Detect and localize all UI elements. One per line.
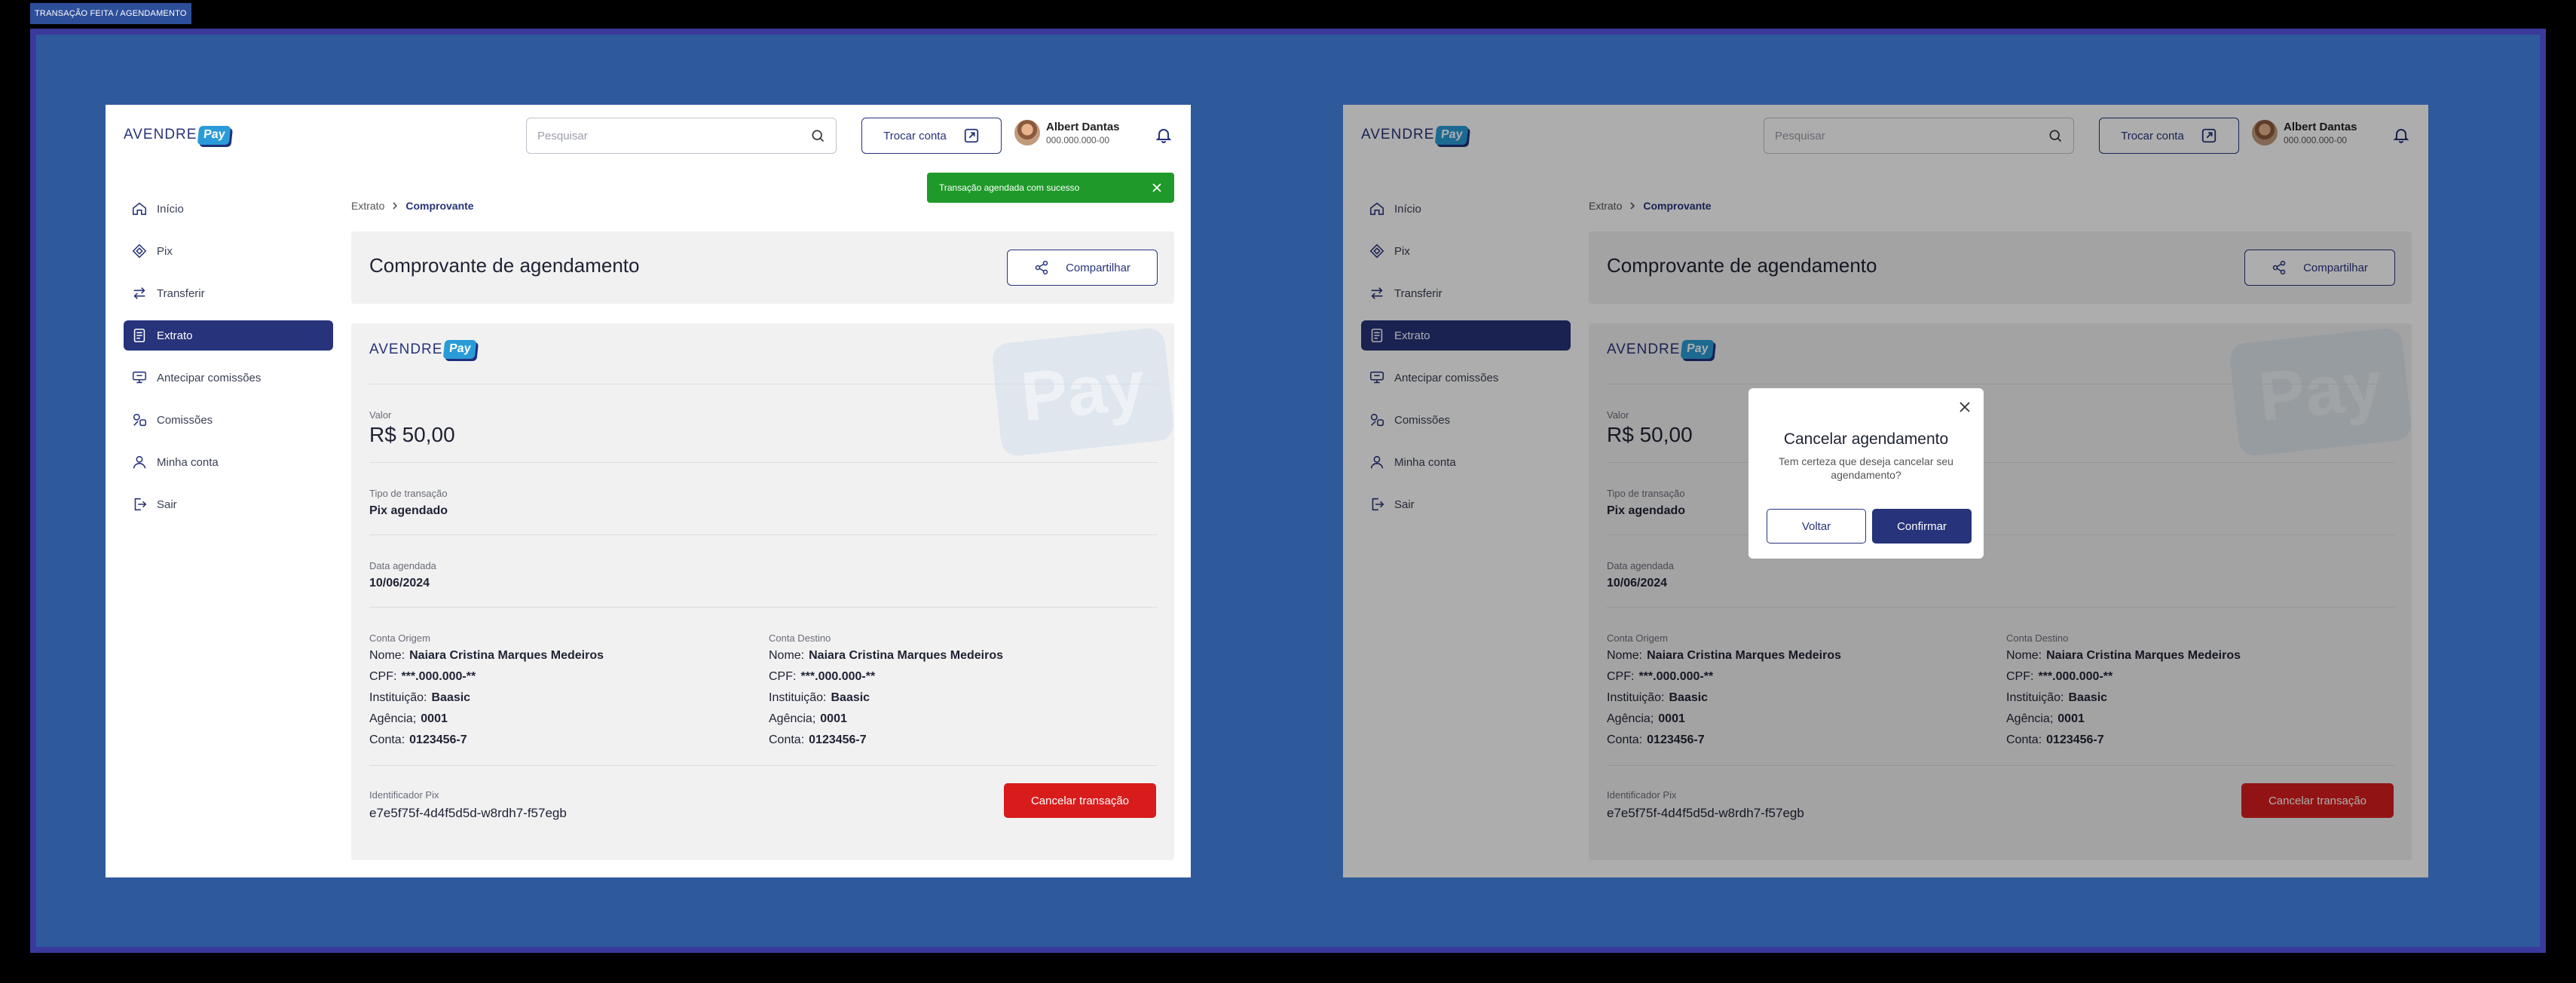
advance-icon <box>132 371 147 384</box>
cancel-modal: Cancelar agendamento Tem certeza que des… <box>1748 388 1984 559</box>
origem-instituicao: Instituição: Baasic <box>369 691 471 704</box>
breadcrumb: Extrato Comprovante <box>351 200 474 212</box>
toast-message: Transação agendada com sucesso <box>939 182 1080 193</box>
pix-id-value: e7e5f75f-4d4f5d5d-w8rdh7-f57egb <box>369 806 567 820</box>
cancel-transaction-button[interactable]: Cancelar transação <box>1004 783 1156 818</box>
origem-nome: Nome: Naiara Cristina Marques Medeiros <box>369 649 604 662</box>
user-icon <box>133 455 146 469</box>
receipt-logo: AVENDRE Pay <box>369 340 478 359</box>
modal-text: Tem certeza que deseja cancelar seu agen… <box>1779 455 1953 481</box>
divider <box>369 607 1158 608</box>
origem-conta: Conta: 0123456-7 <box>369 733 467 746</box>
tipo-value: Pix agendado <box>369 504 448 517</box>
sidebar-item-minha-conta[interactable]: Minha conta <box>124 447 333 477</box>
back-button[interactable]: Voltar <box>1767 509 1866 544</box>
destino-cpf: CPF: ***.000.000-** <box>769 670 876 683</box>
sidebar-item-label: Sair <box>157 498 177 511</box>
search-input[interactable] <box>537 129 810 142</box>
statement-icon <box>133 328 145 343</box>
sidebar-item-transferir[interactable]: Transferir <box>124 278 333 308</box>
logout-icon <box>134 498 147 511</box>
origem-cpf: CPF: ***.000.000-** <box>369 670 476 683</box>
sidebar-item-label: Minha conta <box>157 455 219 469</box>
search-box[interactable] <box>526 118 837 154</box>
destino-title: Conta Destino <box>769 632 831 644</box>
home-icon <box>132 202 147 216</box>
origem-agencia: Agência; 0001 <box>369 712 448 725</box>
switch-account-icon <box>964 128 978 143</box>
close-icon[interactable] <box>1958 400 1972 414</box>
sidebar-item-pix[interactable]: Pix <box>124 236 333 266</box>
avatar <box>1014 120 1040 145</box>
tipo-label: Tipo de transação <box>369 488 448 499</box>
share-label: Compartilhar <box>1066 261 1130 274</box>
sidebar-item-antecipar-comissoes[interactable]: Antecipar comissões <box>124 363 333 393</box>
data-label: Data agendada <box>369 560 436 571</box>
user-name: Albert Dantas <box>1046 120 1120 133</box>
sidebar-item-label: Antecipar comissões <box>157 371 262 384</box>
sidebar-item-label: Pix <box>157 244 173 258</box>
bell-icon[interactable] <box>1155 126 1173 144</box>
divider <box>369 765 1158 766</box>
canvas-label: TRANSAÇÃO FEITA / AGENDAMENTO <box>30 3 191 24</box>
receipt-logo-pay-badge: Pay <box>443 340 478 359</box>
transfer-icon <box>133 287 145 299</box>
logo-text: AVENDRE <box>124 127 197 142</box>
divider <box>369 462 1158 463</box>
sidebar-item-inicio[interactable]: Início <box>124 194 333 224</box>
origem-title: Conta Origem <box>369 632 430 644</box>
switch-account-button[interactable]: Trocar conta <box>861 118 1002 154</box>
sidebar: Início Pix Transferir Extrato Antecipar comi… <box>124 194 333 531</box>
receipt-logo-text: AVENDRE <box>369 341 443 357</box>
confirm-button[interactable]: Confirmar <box>1872 509 1972 544</box>
user-profile[interactable]: Albert Dantas 000.000.000-00 <box>1014 120 1120 145</box>
pay-watermark: Pay <box>992 328 1174 456</box>
sidebar-item-extrato[interactable]: Extrato <box>124 320 333 351</box>
title-card: Comprovante de agendamento Compartilhar <box>351 231 1174 304</box>
destino-nome: Nome: Naiara Cristina Marques Medeiros <box>769 649 1003 662</box>
header-logo[interactable]: AVENDRE Pay <box>124 121 232 149</box>
sidebar-item-sair[interactable]: Sair <box>124 489 333 519</box>
switch-account-label: Trocar conta <box>883 129 947 142</box>
logo-pay-badge: Pay <box>197 125 232 145</box>
sidebar-item-label: Início <box>157 202 184 216</box>
pay-watermark-text: Pay <box>1017 347 1148 436</box>
page-title: Comprovante de agendamento <box>369 254 640 277</box>
success-toast: Transação agendada com sucesso <box>927 173 1174 203</box>
commission-icon <box>133 413 147 427</box>
search-icon[interactable] <box>810 128 825 143</box>
breadcrumb-parent[interactable]: Extrato <box>351 200 384 212</box>
receipt-card: Pay AVENDRE Pay Valor R$ 50,00 Tipo de t… <box>351 323 1174 860</box>
user-document: 000.000.000-00 <box>1046 134 1110 145</box>
sidebar-item-label: Comissões <box>157 413 213 427</box>
destino-agencia: Agência; 0001 <box>769 712 847 725</box>
divider <box>369 534 1158 535</box>
destino-conta: Conta: 0123456-7 <box>769 733 867 746</box>
pix-icon <box>132 243 147 259</box>
share-icon <box>1035 260 1048 275</box>
sidebar-item-label: Extrato <box>157 329 193 342</box>
sidebar-item-comissoes[interactable]: Comissões <box>124 405 333 435</box>
valor-label: Valor <box>369 409 392 421</box>
breadcrumb-current: Comprovante <box>405 200 474 212</box>
valor-value: R$ 50,00 <box>369 423 455 446</box>
screen-cancel-modal: AVENDRE Pay Trocar conta Albert Dantas 0… <box>1343 105 2428 877</box>
pix-id-label: Identificador Pix <box>369 789 439 801</box>
share-button[interactable]: Compartilhar <box>1007 250 1158 286</box>
modal-title: Cancelar agendamento <box>1783 430 1949 448</box>
close-icon[interactable] <box>1152 182 1162 193</box>
data-value: 10/06/2024 <box>369 577 430 589</box>
destino-instituicao: Instituição: Baasic <box>769 691 870 704</box>
chevron-right-icon <box>393 202 398 210</box>
screen-success: AVENDRE Pay Trocar conta Albert Dantas 0… <box>106 105 1191 877</box>
sidebar-item-label: Transferir <box>157 286 205 300</box>
